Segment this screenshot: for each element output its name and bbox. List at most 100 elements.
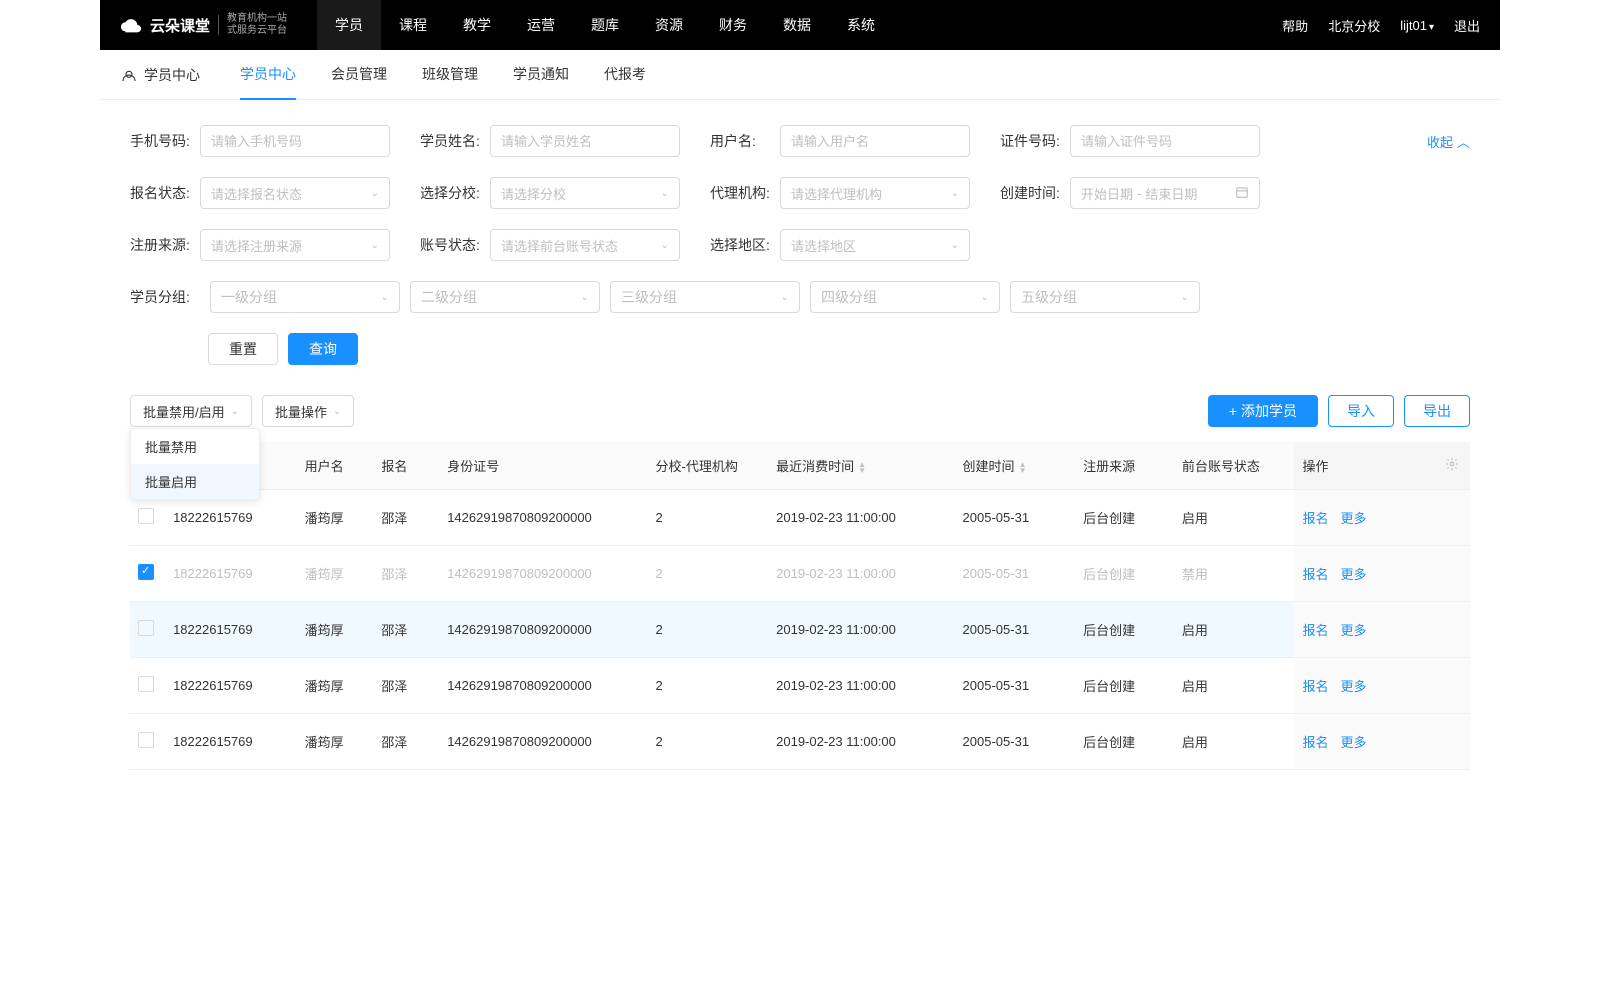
more-link[interactable]: 更多 [1340,623,1366,638]
more-link[interactable]: 更多 [1340,511,1366,526]
logo-subtitle: 教育机构一站式服务云平台 [227,13,287,37]
nav-item-7[interactable]: 数据 [765,0,829,50]
enroll-link[interactable]: 报名 [1302,679,1328,694]
cell-branch: 2 [648,546,769,602]
logout-link[interactable]: 退出 [1454,16,1480,35]
agency-select[interactable]: 请选择代理机构⌄ [780,177,970,209]
sort-icon: ▲▼ [858,462,866,474]
student-table: 用户名 报名 身份证号 分校-代理机构 最近消费时间▲▼ 创建时间▲▼ 注册来源… [100,442,1500,770]
chevron-down-icon: ⌄ [781,292,789,303]
branch-link[interactable]: 北京分校 [1328,16,1380,35]
col-ops: 操作 [1294,442,1437,490]
row-checkbox[interactable] [138,732,154,748]
enroll-link[interactable]: 报名 [1302,567,1328,582]
region-select[interactable]: 请选择地区⌄ [780,229,970,261]
nav-item-3[interactable]: 运营 [509,0,573,50]
username-input[interactable] [780,125,970,157]
chevron-down-icon: ⌄ [381,292,389,303]
idcard-input[interactable] [1070,125,1260,157]
cell-create-time: 2005-05-31 [955,714,1076,770]
username-label: 用户名: [710,131,780,151]
group-select-1[interactable]: 一级分组⌄ [210,281,400,313]
cell-reg-source: 后台创建 [1075,714,1174,770]
row-checkbox[interactable] [138,676,154,692]
enroll-link[interactable]: 报名 [1302,511,1328,526]
help-link[interactable]: 帮助 [1282,16,1308,35]
enroll-status-select[interactable]: 请选择报名状态⌄ [200,177,390,209]
bulk-toggle-menu: 批量禁用 批量启用 [130,428,260,500]
bulk-enable-item[interactable]: 批量启用 [131,464,259,499]
cell-status: 启用 [1174,714,1295,770]
subnav-item-3[interactable]: 学员通知 [513,50,569,100]
chevron-down-icon: ⌄ [661,240,669,251]
nav-item-0[interactable]: 学员 [317,0,381,50]
subnav-item-1[interactable]: 会员管理 [331,50,387,100]
nav-item-4[interactable]: 题库 [573,0,637,50]
cloud-logo-icon [120,14,142,36]
cell-enroll: 邵泽 [373,714,439,770]
cell-enroll: 邵泽 [373,546,439,602]
phone-input[interactable] [200,125,390,157]
group-label: 学员分组: [130,287,200,307]
account-status-label: 账号状态: [420,235,490,255]
nav-item-1[interactable]: 课程 [381,0,445,50]
create-time-range[interactable]: 开始日期 - 结束日期 [1070,177,1260,209]
import-button[interactable]: 导入 [1328,395,1394,427]
cell-phone: 18222615769 [165,602,297,658]
more-link[interactable]: 更多 [1340,567,1366,582]
nav-item-8[interactable]: 系统 [829,0,893,50]
nav-item-2[interactable]: 教学 [445,0,509,50]
row-checkbox[interactable] [138,508,154,524]
row-checkbox[interactable] [138,564,154,580]
col-last-consume[interactable]: 最近消费时间▲▼ [768,442,954,490]
more-link[interactable]: 更多 [1340,679,1366,694]
cell-status: 启用 [1174,490,1295,546]
bulk-ops-dropdown[interactable]: 批量操作⌄ [262,395,354,427]
cell-branch: 2 [648,658,769,714]
cell-last-consume: 2019-02-23 11:00:00 [768,546,954,602]
group-select-4[interactable]: 四级分组⌄ [810,281,1000,313]
search-button[interactable]: 查询 [288,333,358,365]
gear-icon[interactable] [1445,459,1459,474]
table-row: 18222615769潘筠厚邵泽142629198708092000002201… [130,490,1470,546]
account-status-select[interactable]: 请选择前台账号状态⌄ [490,229,680,261]
row-checkbox[interactable] [138,620,154,636]
bulk-disable-item[interactable]: 批量禁用 [131,429,259,464]
chevron-down-icon: ⌄ [951,240,959,251]
page-title-text: 学员中心 [144,65,200,85]
branch-select[interactable]: 请选择分校⌄ [490,177,680,209]
region-label: 选择地区: [710,235,780,255]
reset-button[interactable]: 重置 [208,333,278,365]
col-reg-source: 注册来源 [1075,442,1174,490]
chevron-down-icon: ⌄ [231,406,239,417]
enroll-link[interactable]: 报名 [1302,735,1328,750]
cell-idnum: 14262919870809200000 [439,714,647,770]
bulk-toggle-dropdown[interactable]: 批量禁用/启用⌄ [130,395,252,427]
subnav-item-4[interactable]: 代报考 [604,50,646,100]
export-button[interactable]: 导出 [1404,395,1470,427]
cell-idnum: 14262919870809200000 [439,546,647,602]
name-input[interactable] [490,125,680,157]
more-link[interactable]: 更多 [1340,735,1366,750]
user-menu[interactable]: lijt01 [1400,18,1434,33]
table-header-row: 用户名 报名 身份证号 分校-代理机构 最近消费时间▲▼ 创建时间▲▼ 注册来源… [130,442,1470,490]
subnav-item-2[interactable]: 班级管理 [422,50,478,100]
cell-status: 启用 [1174,658,1295,714]
cell-username: 潘筠厚 [297,658,374,714]
group-select-3[interactable]: 三级分组⌄ [610,281,800,313]
nav-item-5[interactable]: 资源 [637,0,701,50]
sub-nav: 学员中心 学员中心会员管理班级管理学员通知代报考 [100,50,1500,100]
col-create-time[interactable]: 创建时间▲▼ [955,442,1076,490]
subnav-item-0[interactable]: 学员中心 [240,50,296,100]
collapse-link[interactable]: 收起 ︿ [1427,132,1470,151]
nav-right: 帮助 北京分校 lijt01 退出 [1282,16,1480,35]
group-select-5[interactable]: 五级分组⌄ [1010,281,1200,313]
add-student-button[interactable]: + 添加学员 [1208,395,1318,427]
enroll-link[interactable]: 报名 [1302,623,1328,638]
cell-phone: 18222615769 [165,714,297,770]
cell-username: 潘筠厚 [297,714,374,770]
toolbar: 批量禁用/启用⌄ 批量操作⌄ 批量禁用 批量启用 + 添加学员 导入 导出 [100,380,1500,442]
nav-item-6[interactable]: 财务 [701,0,765,50]
group-select-2[interactable]: 二级分组⌄ [410,281,600,313]
reg-source-select[interactable]: 请选择注册来源⌄ [200,229,390,261]
